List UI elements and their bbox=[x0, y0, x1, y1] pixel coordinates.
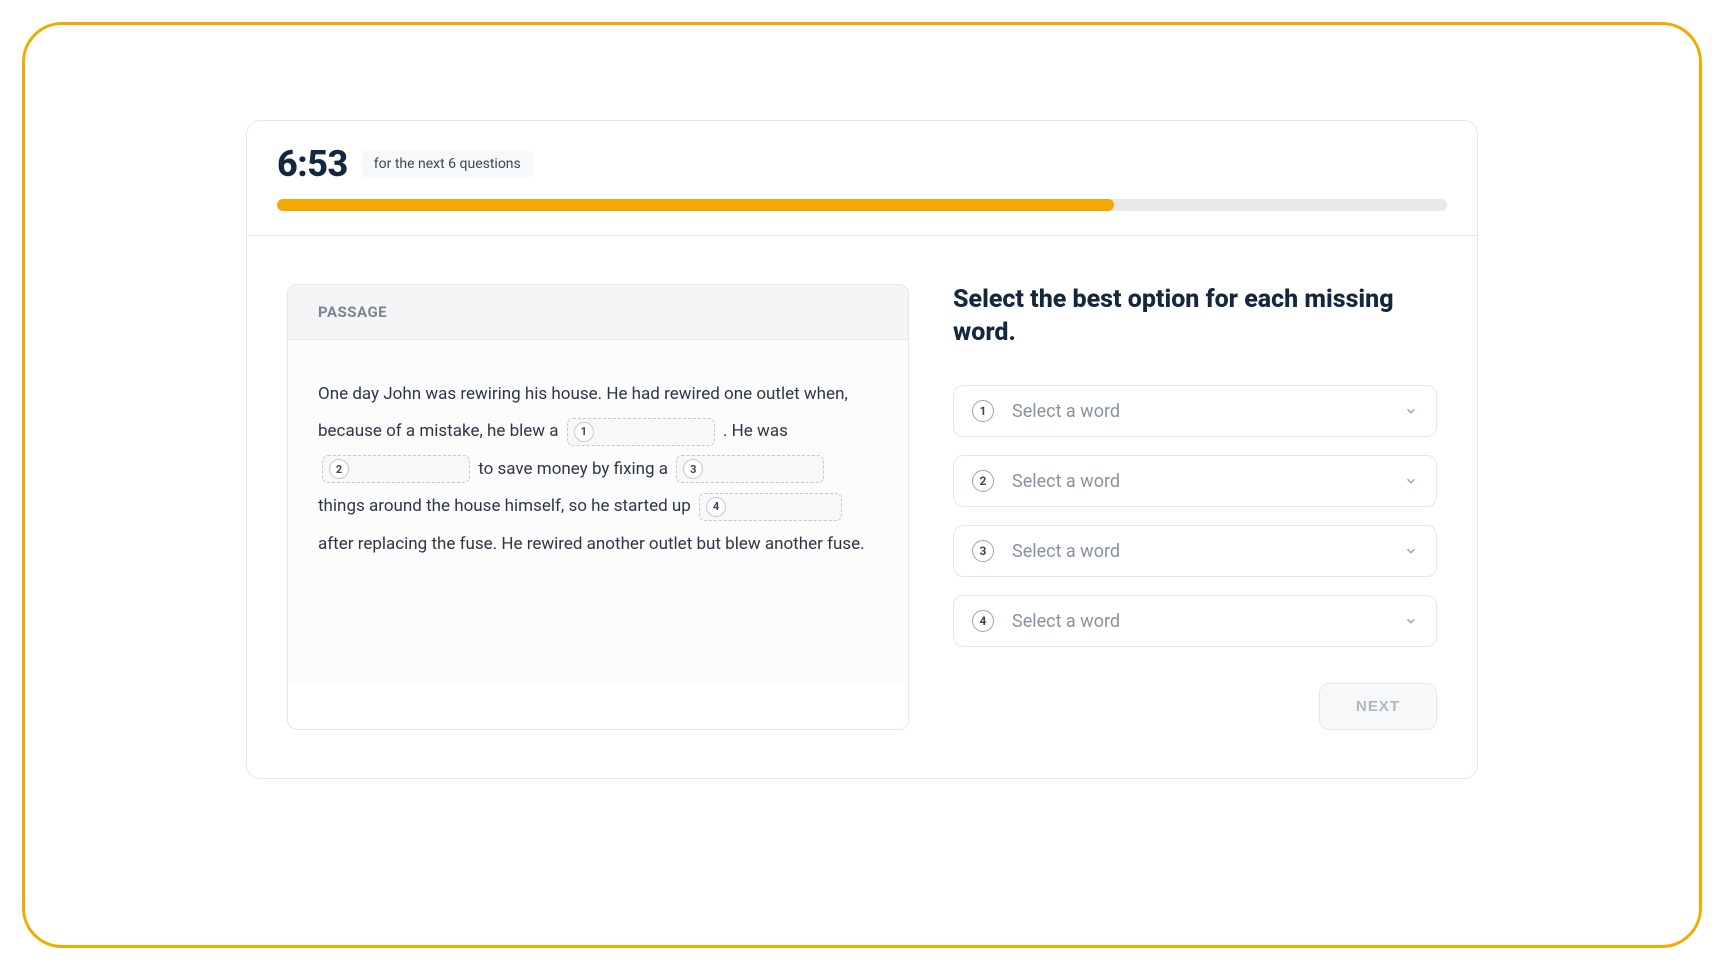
app-frame: 6:53 for the next 6 questions PASSAGE On… bbox=[22, 22, 1702, 948]
select-placeholder: Select a word bbox=[1012, 541, 1404, 562]
blank-number: 3 bbox=[683, 459, 703, 479]
passage-text: to save money by fixing a bbox=[478, 459, 672, 479]
timer-value: 6:53 bbox=[277, 143, 348, 185]
select-placeholder: Select a word bbox=[1012, 611, 1404, 632]
select-placeholder: Select a word bbox=[1012, 471, 1404, 492]
select-list: 1 Select a word 2 Select a word bbox=[953, 385, 1437, 647]
passage-text: things around the house himself, so he s… bbox=[318, 496, 695, 516]
passage-blank-3: 3 bbox=[676, 455, 824, 483]
blank-space bbox=[736, 499, 831, 515]
select-number: 3 bbox=[972, 540, 994, 562]
passage-header: PASSAGE bbox=[288, 285, 908, 340]
blank-number: 2 bbox=[329, 459, 349, 479]
blank-space bbox=[604, 424, 704, 440]
select-placeholder: Select a word bbox=[1012, 401, 1404, 422]
chevron-down-icon bbox=[1404, 404, 1418, 418]
quiz-card: 6:53 for the next 6 questions PASSAGE On… bbox=[246, 120, 1478, 779]
select-number: 4 bbox=[972, 610, 994, 632]
quiz-header: 6:53 for the next 6 questions bbox=[247, 121, 1477, 199]
question-panel: Select the best option for each missing … bbox=[953, 284, 1437, 730]
chevron-down-icon bbox=[1404, 614, 1418, 628]
passage-text: . He was bbox=[723, 421, 788, 441]
passage-blank-4: 4 bbox=[699, 493, 842, 521]
passage-blank-2: 2 bbox=[322, 455, 470, 483]
blank-space bbox=[359, 461, 459, 477]
select-word-2[interactable]: 2 Select a word bbox=[953, 455, 1437, 507]
select-word-1[interactable]: 1 Select a word bbox=[953, 385, 1437, 437]
passage-panel: PASSAGE One day John was rewiring his ho… bbox=[287, 284, 909, 730]
select-word-4[interactable]: 4 Select a word bbox=[953, 595, 1437, 647]
passage-body: One day John was rewiring his house. He … bbox=[288, 340, 908, 683]
next-button[interactable]: NEXT bbox=[1319, 683, 1437, 730]
select-word-3[interactable]: 3 Select a word bbox=[953, 525, 1437, 577]
passage-text: after replacing the fuse. He rewired ano… bbox=[318, 534, 865, 554]
timer-label: for the next 6 questions bbox=[362, 150, 533, 178]
blank-number: 1 bbox=[574, 422, 594, 442]
blank-space bbox=[713, 461, 813, 477]
blank-number: 4 bbox=[706, 497, 726, 517]
progress-fill bbox=[277, 199, 1114, 211]
progress-container bbox=[247, 199, 1477, 235]
chevron-down-icon bbox=[1404, 544, 1418, 558]
next-container: NEXT bbox=[953, 683, 1437, 730]
chevron-down-icon bbox=[1404, 474, 1418, 488]
select-number: 1 bbox=[972, 400, 994, 422]
select-number: 2 bbox=[972, 470, 994, 492]
passage-blank-1: 1 bbox=[567, 418, 715, 446]
question-title: Select the best option for each missing … bbox=[953, 284, 1437, 349]
progress-bar bbox=[277, 199, 1447, 211]
quiz-content: PASSAGE One day John was rewiring his ho… bbox=[247, 236, 1477, 778]
